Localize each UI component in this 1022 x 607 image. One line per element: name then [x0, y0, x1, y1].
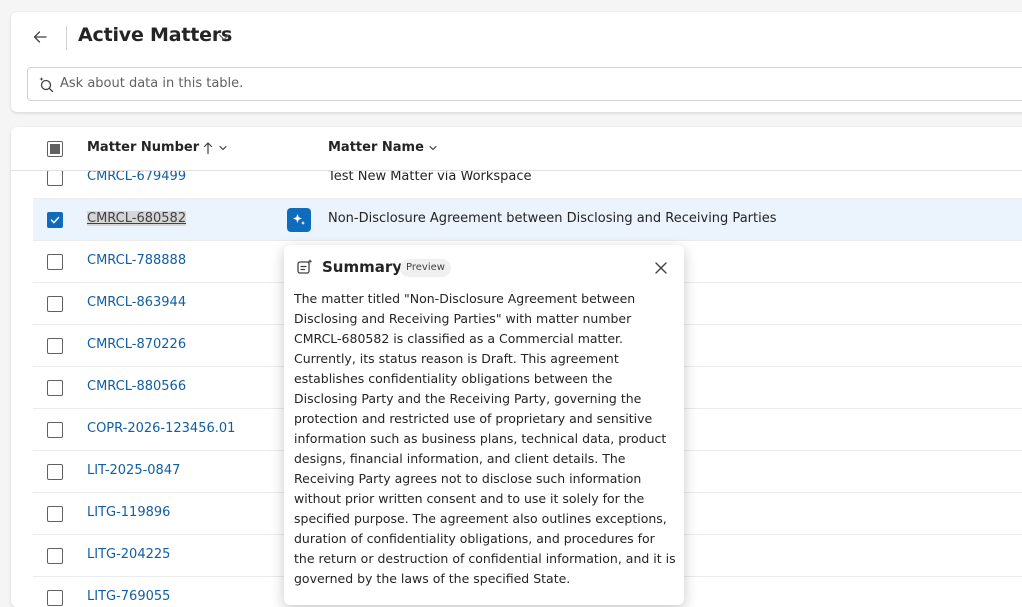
copilot-search-icon — [39, 77, 54, 92]
summary-text: The matter titled "Non-Disclosure Agreem… — [294, 291, 676, 586]
close-button[interactable] — [652, 259, 670, 277]
row-checkbox[interactable] — [47, 548, 63, 564]
sort-ascending-icon — [204, 141, 213, 154]
row-checkbox[interactable] — [47, 254, 63, 270]
matter-name: Non-Disclosure Agreement between Disclos… — [328, 211, 777, 226]
matter-number-link[interactable]: CMRCL-880566 — [87, 379, 186, 394]
table-row-selected[interactable]: CMRCL-680582 Non-Disclosure Agreement be… — [33, 199, 1022, 241]
header-card: Active Matters — [11, 12, 1022, 112]
matter-number-link[interactable]: CMRCL-679499 — [87, 169, 186, 184]
row-checkbox-checked[interactable] — [47, 212, 63, 228]
summary-title: Summary — [322, 258, 403, 276]
column-header-matter-number[interactable]: Matter Number — [87, 140, 229, 155]
column-header-row: Matter Number Matter Name — [11, 127, 1022, 171]
column-header-label: Matter Name — [328, 140, 424, 155]
summary-popover: Summary Preview The matter titled "Non-D… — [284, 245, 684, 605]
row-checkbox[interactable] — [47, 506, 63, 522]
column-header-matter-name[interactable]: Matter Name — [328, 140, 439, 155]
chevron-down-icon — [429, 145, 437, 150]
row-checkbox[interactable] — [47, 338, 63, 354]
matter-number-link[interactable]: COPR-2026-123456.01 — [87, 421, 235, 436]
chevron-down-icon — [219, 145, 227, 150]
checkmark-icon — [50, 216, 60, 224]
preview-badge: Preview — [400, 259, 451, 277]
row-checkbox[interactable] — [47, 464, 63, 480]
search-input[interactable] — [60, 69, 960, 97]
matter-number-link[interactable]: CMRCL-863944 — [87, 295, 186, 310]
close-icon — [655, 262, 667, 274]
row-checkbox[interactable] — [47, 422, 63, 438]
back-button[interactable] — [29, 26, 51, 48]
matter-number-link[interactable]: LIT-2025-0847 — [87, 463, 180, 478]
arrow-left-icon — [33, 31, 47, 43]
row-checkbox[interactable] — [47, 170, 63, 186]
matter-number-link[interactable]: CMRCL-680582 — [87, 211, 187, 226]
matter-number-link[interactable]: CMRCL-788888 — [87, 253, 186, 268]
page-title: Active Matters — [78, 24, 233, 46]
matter-number-link[interactable]: LITG-204225 — [87, 547, 170, 562]
row-checkbox[interactable] — [47, 380, 63, 396]
summary-icon — [297, 259, 313, 274]
matter-name: Test New Matter via Workspace — [328, 169, 532, 184]
row-checkbox[interactable] — [47, 590, 63, 606]
select-all-checkbox[interactable] — [47, 141, 63, 157]
matter-number-link[interactable]: LITG-769055 — [87, 589, 170, 604]
chevron-down-icon[interactable] — [216, 29, 232, 45]
title-divider — [66, 26, 67, 50]
column-header-label: Matter Number — [87, 140, 200, 155]
copilot-summary-button[interactable] — [287, 208, 311, 232]
copilot-search-box[interactable] — [27, 67, 1022, 101]
row-checkbox[interactable] — [47, 296, 63, 312]
sparkle-icon — [293, 214, 305, 225]
matter-number-link[interactable]: LITG-119896 — [87, 505, 170, 520]
matter-number-link[interactable]: CMRCL-870226 — [87, 337, 186, 352]
